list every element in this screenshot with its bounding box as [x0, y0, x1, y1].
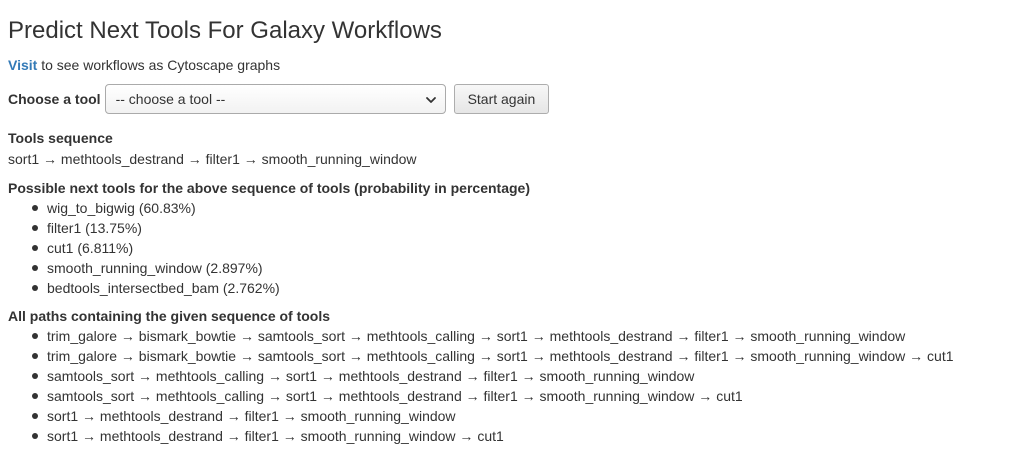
chevron-down-icon	[425, 93, 437, 105]
next-tool-item: smooth_running_window (2.897%)	[32, 258, 1001, 278]
path-item: sort1 → methtools_destrand → filter1 → s…	[32, 426, 1001, 446]
visit-link[interactable]: Visit	[8, 57, 37, 73]
tool-select-value: -- choose a tool --	[115, 91, 226, 107]
tools-sequence-heading: Tools sequence	[8, 130, 113, 146]
next-tool-item: wig_to_bigwig (60.83%)	[32, 198, 1001, 218]
visit-description: to see workflows as Cytoscape graphs	[37, 57, 281, 73]
path-item: samtools_sort → methtools_calling → sort…	[32, 366, 1001, 386]
next-tools-heading: Possible next tools for the above sequen…	[8, 180, 530, 196]
choose-tool-label: Choose a tool	[8, 91, 101, 107]
page: Predict Next Tools For Galaxy Workflows …	[0, 0, 1009, 446]
next-tool-item: bedtools_intersectbed_bam (2.762%)	[32, 278, 1001, 298]
visit-line: Visit to see workflows as Cytoscape grap…	[8, 55, 1001, 75]
path-item: trim_galore → bismark_bowtie → samtools_…	[32, 326, 1001, 346]
tools-sequence-text: sort1 → methtools_destrand → filter1 → s…	[8, 151, 417, 167]
path-item: sort1 → methtools_destrand → filter1 → s…	[32, 406, 1001, 426]
start-again-button[interactable]: Start again	[453, 84, 550, 114]
next-tool-item: cut1 (6.811%)	[32, 238, 1001, 258]
tool-select[interactable]: -- choose a tool --	[104, 84, 446, 114]
path-item: trim_galore → bismark_bowtie → samtools_…	[32, 346, 1001, 366]
paths-heading: All paths containing the given sequence …	[8, 308, 331, 324]
next-tools-list: wig_to_bigwig (60.83%) filter1 (13.75%) …	[8, 198, 1001, 298]
next-tool-item: filter1 (13.75%)	[32, 218, 1001, 238]
paths-list: trim_galore → bismark_bowtie → samtools_…	[8, 326, 1001, 446]
page-title: Predict Next Tools For Galaxy Workflows	[8, 17, 442, 44]
path-item: samtools_sort → methtools_calling → sort…	[32, 386, 1001, 406]
tool-chooser-row: Choose a tool -- choose a tool -- Start …	[8, 83, 1001, 115]
